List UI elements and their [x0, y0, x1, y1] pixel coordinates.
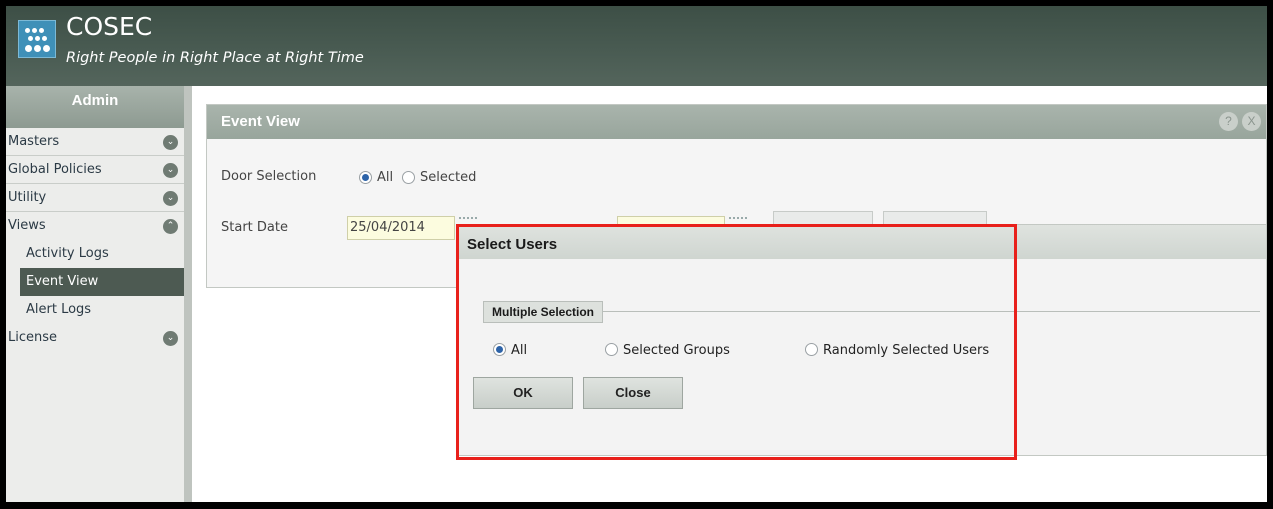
ok-button[interactable]: OK: [473, 377, 573, 409]
app-window: COSEC Right People in Right Place at Rig…: [0, 0, 1273, 509]
brand-name: COSEC: [66, 12, 153, 41]
sidebar-title: Admin: [6, 86, 184, 128]
sidebar-item-label: Utility: [8, 190, 47, 205]
help-icon[interactable]: ?: [1219, 112, 1238, 131]
random-users-label: Randomly Selected Users: [823, 343, 990, 358]
app-header: COSEC Right People in Right Place at Rig…: [6, 6, 1267, 86]
chevron-down-icon[interactable]: ⌄: [163, 191, 178, 206]
cosec-logo-icon: [18, 20, 56, 58]
sidebar-item-views[interactable]: Views ⌃: [6, 212, 184, 240]
users-all-radio[interactable]: [493, 343, 506, 356]
door-selected-radio[interactable]: [402, 171, 415, 184]
dialog-title: Select Users: [457, 225, 1266, 259]
panel-title: Event View: [207, 105, 1266, 139]
sidebar-item-license[interactable]: License ⌄: [6, 324, 184, 352]
sidebar-item-label: License: [8, 330, 58, 345]
door-all-label: All: [377, 170, 394, 185]
sidebar-item-label: Masters: [8, 134, 60, 149]
chevron-down-icon[interactable]: ⌄: [163, 163, 178, 178]
close-icon[interactable]: X: [1242, 112, 1261, 131]
chevron-down-icon[interactable]: ⌄: [163, 331, 178, 346]
brand-tagline: Right People in Right Place at Right Tim…: [66, 50, 364, 66]
fieldset-legend: Multiple Selection: [483, 301, 604, 323]
sidebar-subitem-alert-logs[interactable]: Alert Logs: [6, 296, 184, 324]
sidebar-item-global-policies[interactable]: Global Policies ⌄: [6, 156, 184, 184]
random-users-radio[interactable]: [805, 343, 818, 356]
selected-groups-radio[interactable]: [605, 343, 618, 356]
chevron-down-icon[interactable]: ⌄: [163, 135, 178, 150]
users-all-label: All: [511, 343, 528, 358]
start-date-input[interactable]: 25/04/2014: [347, 216, 455, 240]
sidebar-subitem-event-view[interactable]: Event View: [20, 268, 184, 296]
start-date-label: Start Date: [221, 220, 288, 235]
door-selected-label: Selected: [420, 170, 477, 185]
selected-groups-label: Selected Groups: [623, 343, 730, 358]
chevron-up-icon[interactable]: ⌃: [163, 219, 178, 234]
select-users-dialog: Select Users Multiple Selection All Sele…: [456, 224, 1267, 456]
sidebar: Admin Masters ⌄ Global Policies ⌄ Utilit…: [6, 86, 192, 502]
sidebar-item-label: Views: [8, 218, 46, 233]
sidebar-subitem-activity-logs[interactable]: Activity Logs: [6, 240, 184, 268]
door-selection-label: Door Selection: [221, 169, 317, 184]
close-button[interactable]: Close: [583, 377, 683, 409]
sidebar-item-masters[interactable]: Masters ⌄: [6, 128, 184, 156]
door-all-radio[interactable]: [359, 171, 372, 184]
sidebar-item-label: Global Policies: [8, 162, 102, 177]
sidebar-item-utility[interactable]: Utility ⌄: [6, 184, 184, 212]
